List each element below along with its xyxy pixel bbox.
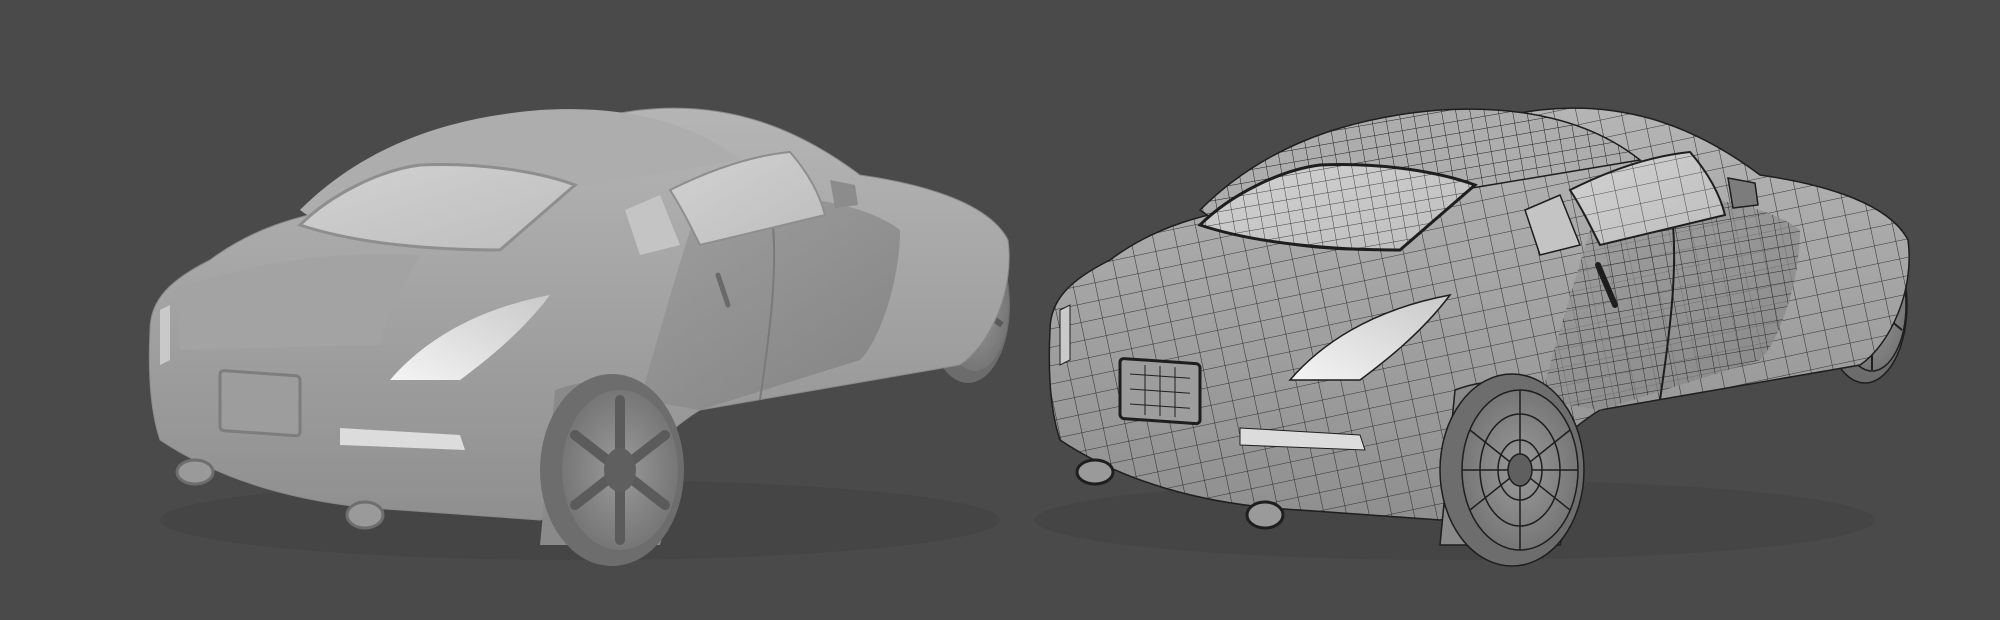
wireframe-car[interactable] (1035, 107, 1910, 567)
3d-viewport[interactable] (0, 0, 2000, 620)
exhaust-left (175, 458, 215, 486)
exhaust-right-wire (1245, 500, 1285, 530)
viewport-canvas[interactable] (0, 0, 2000, 620)
exhaust-left-wire (1075, 458, 1115, 486)
taillight-left (160, 305, 170, 365)
exhaust-right (345, 500, 385, 530)
license-plate-wire (1118, 357, 1202, 426)
taillight-left-wire (1059, 304, 1071, 366)
near-rear-wheel-wire (1439, 373, 1585, 567)
license-plate (218, 369, 302, 438)
shaded-car[interactable] (148, 107, 1010, 566)
side-mirror-wire (1727, 177, 1759, 209)
near-rear-wheel (540, 374, 684, 566)
